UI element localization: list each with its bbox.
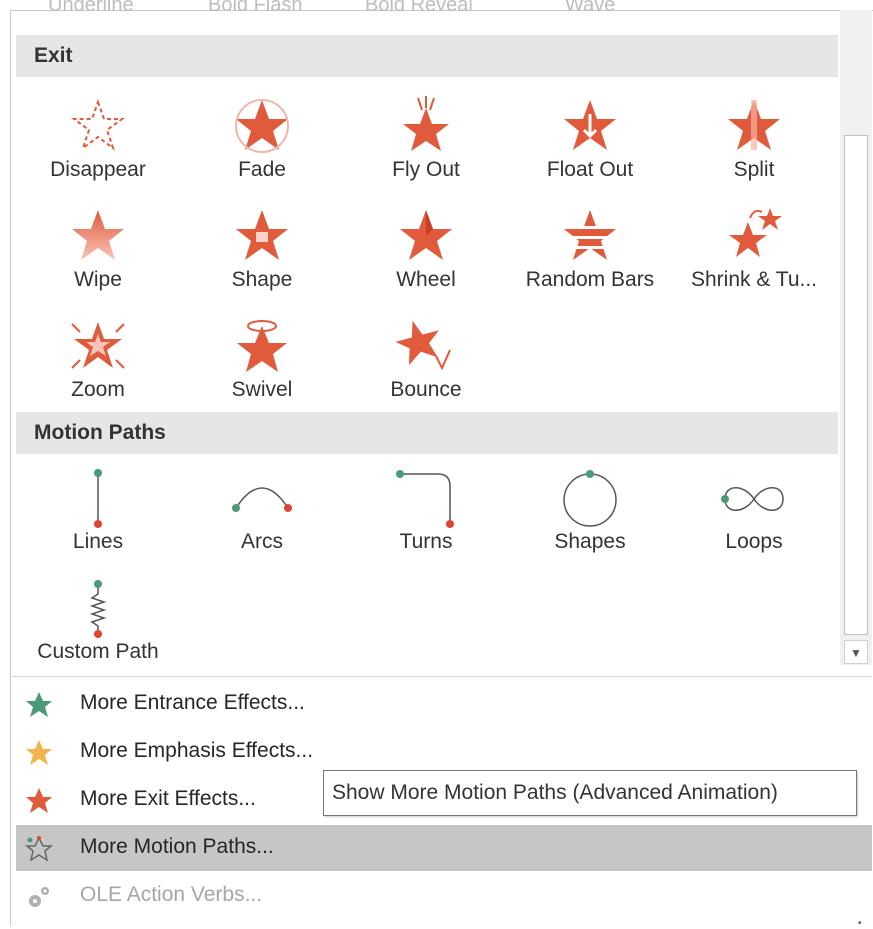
shrink-turn-icon xyxy=(729,208,782,257)
menu-label: More Exit Effects... xyxy=(80,787,256,810)
effect-label-partial[interactable]: Bold Reveal xyxy=(365,0,473,17)
effect-label-partial[interactable]: Bold Flash xyxy=(208,0,303,17)
effect-fade[interactable]: Fade xyxy=(180,90,344,198)
split-icon xyxy=(728,100,780,150)
float-out-icon xyxy=(564,100,616,150)
effect-label-partial[interactable]: Underline xyxy=(48,0,134,17)
effect-label: Disappear xyxy=(50,158,146,181)
effect-random-bars[interactable]: Random Bars xyxy=(508,200,672,308)
effect-shape[interactable]: Shape xyxy=(180,200,344,308)
menu-divider xyxy=(10,676,872,677)
effect-wipe[interactable]: Wipe xyxy=(16,200,180,308)
shape-icon xyxy=(236,210,288,260)
menu-label: More Emphasis Effects... xyxy=(80,739,314,762)
random-bars-icon xyxy=(564,210,616,260)
bounce-icon xyxy=(396,320,451,371)
motion-lines[interactable]: Lines xyxy=(16,462,180,570)
resize-grip[interactable]: • xyxy=(858,918,862,929)
effect-label: Zoom xyxy=(71,378,125,401)
effect-label: Bounce xyxy=(390,378,462,401)
effect-label: Arcs xyxy=(241,530,283,553)
wheel-icon xyxy=(400,210,452,260)
effect-label: Fade xyxy=(238,158,286,181)
effect-label: Shape xyxy=(231,268,293,291)
lines-path-icon xyxy=(94,469,102,528)
ole-action-verbs[interactable]: OLE Action Verbs... xyxy=(16,873,872,919)
effect-label: Lines xyxy=(72,530,124,553)
menu-label: More Motion Paths... xyxy=(80,835,274,858)
effect-label: Wipe xyxy=(74,268,122,291)
custom-path-icon xyxy=(89,580,107,638)
previous-row-partial: Underline Bold Flash Bold Reveal Wave xyxy=(20,0,830,24)
effect-split[interactable]: Split xyxy=(672,90,836,198)
emphasis-star-icon xyxy=(26,740,52,765)
motion-shapes[interactable]: Shapes xyxy=(508,462,672,570)
effect-float-out[interactable]: Float Out xyxy=(508,90,672,198)
effect-label: Float Out xyxy=(546,158,634,181)
arcs-path-icon xyxy=(232,487,292,512)
effect-label: Custom Path xyxy=(37,640,159,663)
effect-zoom[interactable]: Zoom xyxy=(16,310,180,418)
motion-custom-path[interactable]: Custom Path xyxy=(16,572,180,680)
shapes-path-icon xyxy=(563,470,617,527)
effect-label: Swivel xyxy=(231,378,293,401)
effect-label: Turns xyxy=(399,530,453,553)
motion-arcs[interactable]: Arcs xyxy=(180,462,344,570)
exit-star-icon xyxy=(26,788,52,813)
tooltip: Show More Motion Paths (Advanced Animati… xyxy=(323,770,857,816)
effect-shrink-turn[interactable]: Shrink & Tu... xyxy=(672,200,836,308)
motion-loops[interactable]: Loops xyxy=(672,462,836,570)
disappear-icon xyxy=(70,98,126,151)
fly-out-icon xyxy=(403,96,449,151)
effect-disappear[interactable]: Disappear xyxy=(16,90,180,198)
menu-label: OLE Action Verbs... xyxy=(80,883,263,906)
effect-fly-out[interactable]: Fly Out xyxy=(344,90,508,198)
scroll-down-arrow-icon[interactable]: ▼ xyxy=(844,640,868,664)
gears-icon xyxy=(29,887,49,907)
motion-path-star-icon xyxy=(24,836,54,862)
effect-label-partial[interactable]: Wave xyxy=(565,0,615,17)
more-entrance-effects[interactable]: More Entrance Effects... xyxy=(16,681,872,727)
effect-swivel[interactable]: Swivel xyxy=(180,310,344,418)
effect-label: Split xyxy=(733,158,775,181)
effect-label: Wheel xyxy=(396,268,456,291)
effect-label: Loops xyxy=(725,530,783,553)
menu-label: More Entrance Effects... xyxy=(80,691,305,714)
effect-bounce[interactable]: Bounce xyxy=(344,310,508,418)
turns-path-icon xyxy=(396,470,454,528)
effect-label: Fly Out xyxy=(392,158,460,181)
effect-label: Shapes xyxy=(554,530,626,553)
effect-wheel[interactable]: Wheel xyxy=(344,200,508,308)
zoom-icon xyxy=(71,322,125,369)
more-motion-paths[interactable]: More Motion Paths... xyxy=(16,825,872,871)
effect-label: Shrink & Tu... xyxy=(690,268,818,291)
wipe-icon xyxy=(72,210,124,260)
motion-turns[interactable]: Turns xyxy=(344,462,508,570)
section-header-exit: Exit xyxy=(16,35,838,77)
effect-label: Random Bars xyxy=(525,268,655,291)
section-header-motion-paths: Motion Paths xyxy=(16,412,838,454)
swivel-icon xyxy=(237,320,287,372)
loops-path-icon xyxy=(721,487,784,511)
scrollbar-thumb[interactable] xyxy=(844,135,868,635)
fade-icon xyxy=(235,99,289,153)
more-emphasis-effects[interactable]: More Emphasis Effects... xyxy=(16,729,872,775)
entrance-star-icon xyxy=(26,692,52,717)
